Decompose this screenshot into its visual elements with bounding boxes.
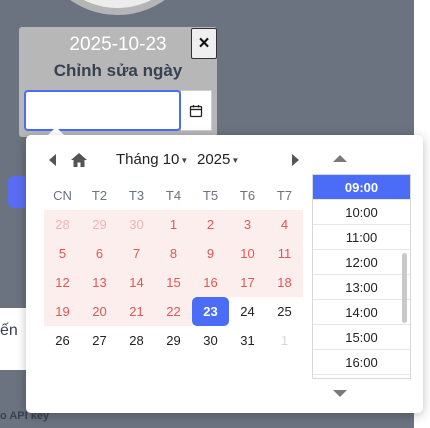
weekday-header: T7 bbox=[276, 188, 293, 203]
next-month-button[interactable] bbox=[288, 152, 302, 168]
weekday-header: T3 bbox=[128, 188, 145, 203]
time-list: 09:00 10:00 11:00 12:00 13:00 14:00 15:00 16:00 bbox=[312, 174, 411, 379]
day-cell[interactable]: 19 bbox=[44, 297, 81, 326]
day-cell[interactable]: 8 bbox=[155, 239, 192, 268]
day-cell[interactable]: 28 bbox=[44, 210, 81, 239]
time-item[interactable]: 12:00 bbox=[313, 250, 410, 275]
caret-down-icon: ▼ bbox=[231, 155, 240, 165]
weekday-header: T6 bbox=[239, 188, 256, 203]
today-button[interactable] bbox=[70, 151, 88, 169]
day-cell[interactable]: 31 bbox=[229, 326, 266, 355]
calendar-grid: CN T2 T3 T4 T5 T6 T7 28 29 30 1 2 3 4 5 6 7 8 9 10 11 12 13 14 1… bbox=[44, 181, 303, 355]
day-cell[interactable]: 22 bbox=[155, 297, 192, 326]
edit-date-heading: Chỉnh sửa ngày bbox=[53, 61, 183, 80]
weekday-header: CN bbox=[53, 188, 72, 203]
weekday-header: T2 bbox=[91, 188, 108, 203]
time-scroll-down-icon[interactable] bbox=[333, 390, 347, 397]
year-label: 2025 bbox=[197, 151, 231, 168]
time-item[interactable]: 15:00 bbox=[313, 325, 410, 350]
selected-time-item[interactable]: 09:00 bbox=[313, 175, 410, 200]
time-item[interactable]: 11:00 bbox=[313, 225, 410, 250]
day-cell[interactable]: 2 bbox=[192, 210, 229, 239]
day-cell[interactable]: 29 bbox=[81, 210, 118, 239]
home-icon bbox=[71, 153, 87, 167]
day-cell[interactable]: 6 bbox=[81, 239, 118, 268]
year-select[interactable]: 2025▼ bbox=[197, 151, 239, 168]
background-text-partial: ến bbox=[0, 322, 18, 339]
close-button[interactable]: × bbox=[191, 28, 217, 59]
time-item[interactable]: 13:00 bbox=[313, 275, 410, 300]
time-item[interactable]: 16:00 bbox=[313, 350, 410, 375]
datetime-picker: Tháng 10▼ 2025▼ CN T2 T3 T4 T5 T6 T7 28 29 30 1 2 3 4… bbox=[26, 135, 423, 413]
day-cell[interactable]: 13 bbox=[81, 268, 118, 297]
day-cell[interactable]: 18 bbox=[266, 268, 303, 297]
day-cell[interactable]: 11 bbox=[266, 239, 303, 268]
analog-clock-face bbox=[40, 0, 195, 15]
calendar-icon bbox=[189, 104, 203, 117]
day-cell[interactable]: 25 bbox=[266, 297, 303, 326]
month-label: Tháng 10 bbox=[116, 151, 180, 168]
time-item[interactable]: 10:00 bbox=[313, 200, 410, 225]
day-cell[interactable]: 5 bbox=[44, 239, 81, 268]
day-cell[interactable]: 9 bbox=[192, 239, 229, 268]
day-cell[interactable]: 21 bbox=[118, 297, 155, 326]
day-cell[interactable]: 20 bbox=[81, 297, 118, 326]
day-cell[interactable]: 12 bbox=[44, 268, 81, 297]
day-cell[interactable]: 24 bbox=[229, 297, 266, 326]
day-cell[interactable]: 14 bbox=[118, 268, 155, 297]
chevron-left-icon bbox=[49, 154, 56, 166]
day-cell[interactable]: 30 bbox=[118, 210, 155, 239]
day-cell[interactable]: 10 bbox=[229, 239, 266, 268]
day-cell[interactable]: 26 bbox=[44, 326, 81, 355]
calendar-toggle-button[interactable] bbox=[181, 90, 212, 131]
time-item[interactable]: 14:00 bbox=[313, 300, 410, 325]
time-scroll-up-icon[interactable] bbox=[333, 155, 347, 162]
day-cell[interactable]: 30 bbox=[192, 326, 229, 355]
previous-month-button[interactable] bbox=[46, 152, 60, 168]
day-cell[interactable]: 1 bbox=[266, 326, 303, 355]
day-cell[interactable]: 17 bbox=[229, 268, 266, 297]
weekday-header: T4 bbox=[165, 188, 182, 203]
day-cell[interactable]: 7 bbox=[118, 239, 155, 268]
weekday-header: T5 bbox=[202, 188, 219, 203]
month-select[interactable]: Tháng 10▼ bbox=[116, 151, 188, 168]
current-date-value: 2025-10-23 bbox=[69, 34, 167, 55]
day-cell[interactable]: 3 bbox=[229, 210, 266, 239]
day-cell[interactable]: 28 bbox=[118, 326, 155, 355]
day-cell[interactable]: 1 bbox=[155, 210, 192, 239]
date-input[interactable] bbox=[24, 90, 181, 131]
day-cell[interactable]: 16 bbox=[192, 268, 229, 297]
day-cell[interactable]: 4 bbox=[266, 210, 303, 239]
day-cell[interactable]: 27 bbox=[81, 326, 118, 355]
caret-down-icon: ▼ bbox=[180, 155, 189, 165]
chevron-right-icon bbox=[292, 154, 299, 166]
day-cell[interactable]: 15 bbox=[155, 268, 192, 297]
time-list-scrollbar[interactable] bbox=[402, 253, 407, 323]
selected-day-cell[interactable]: 23 bbox=[192, 297, 229, 326]
day-cell[interactable]: 29 bbox=[155, 326, 192, 355]
